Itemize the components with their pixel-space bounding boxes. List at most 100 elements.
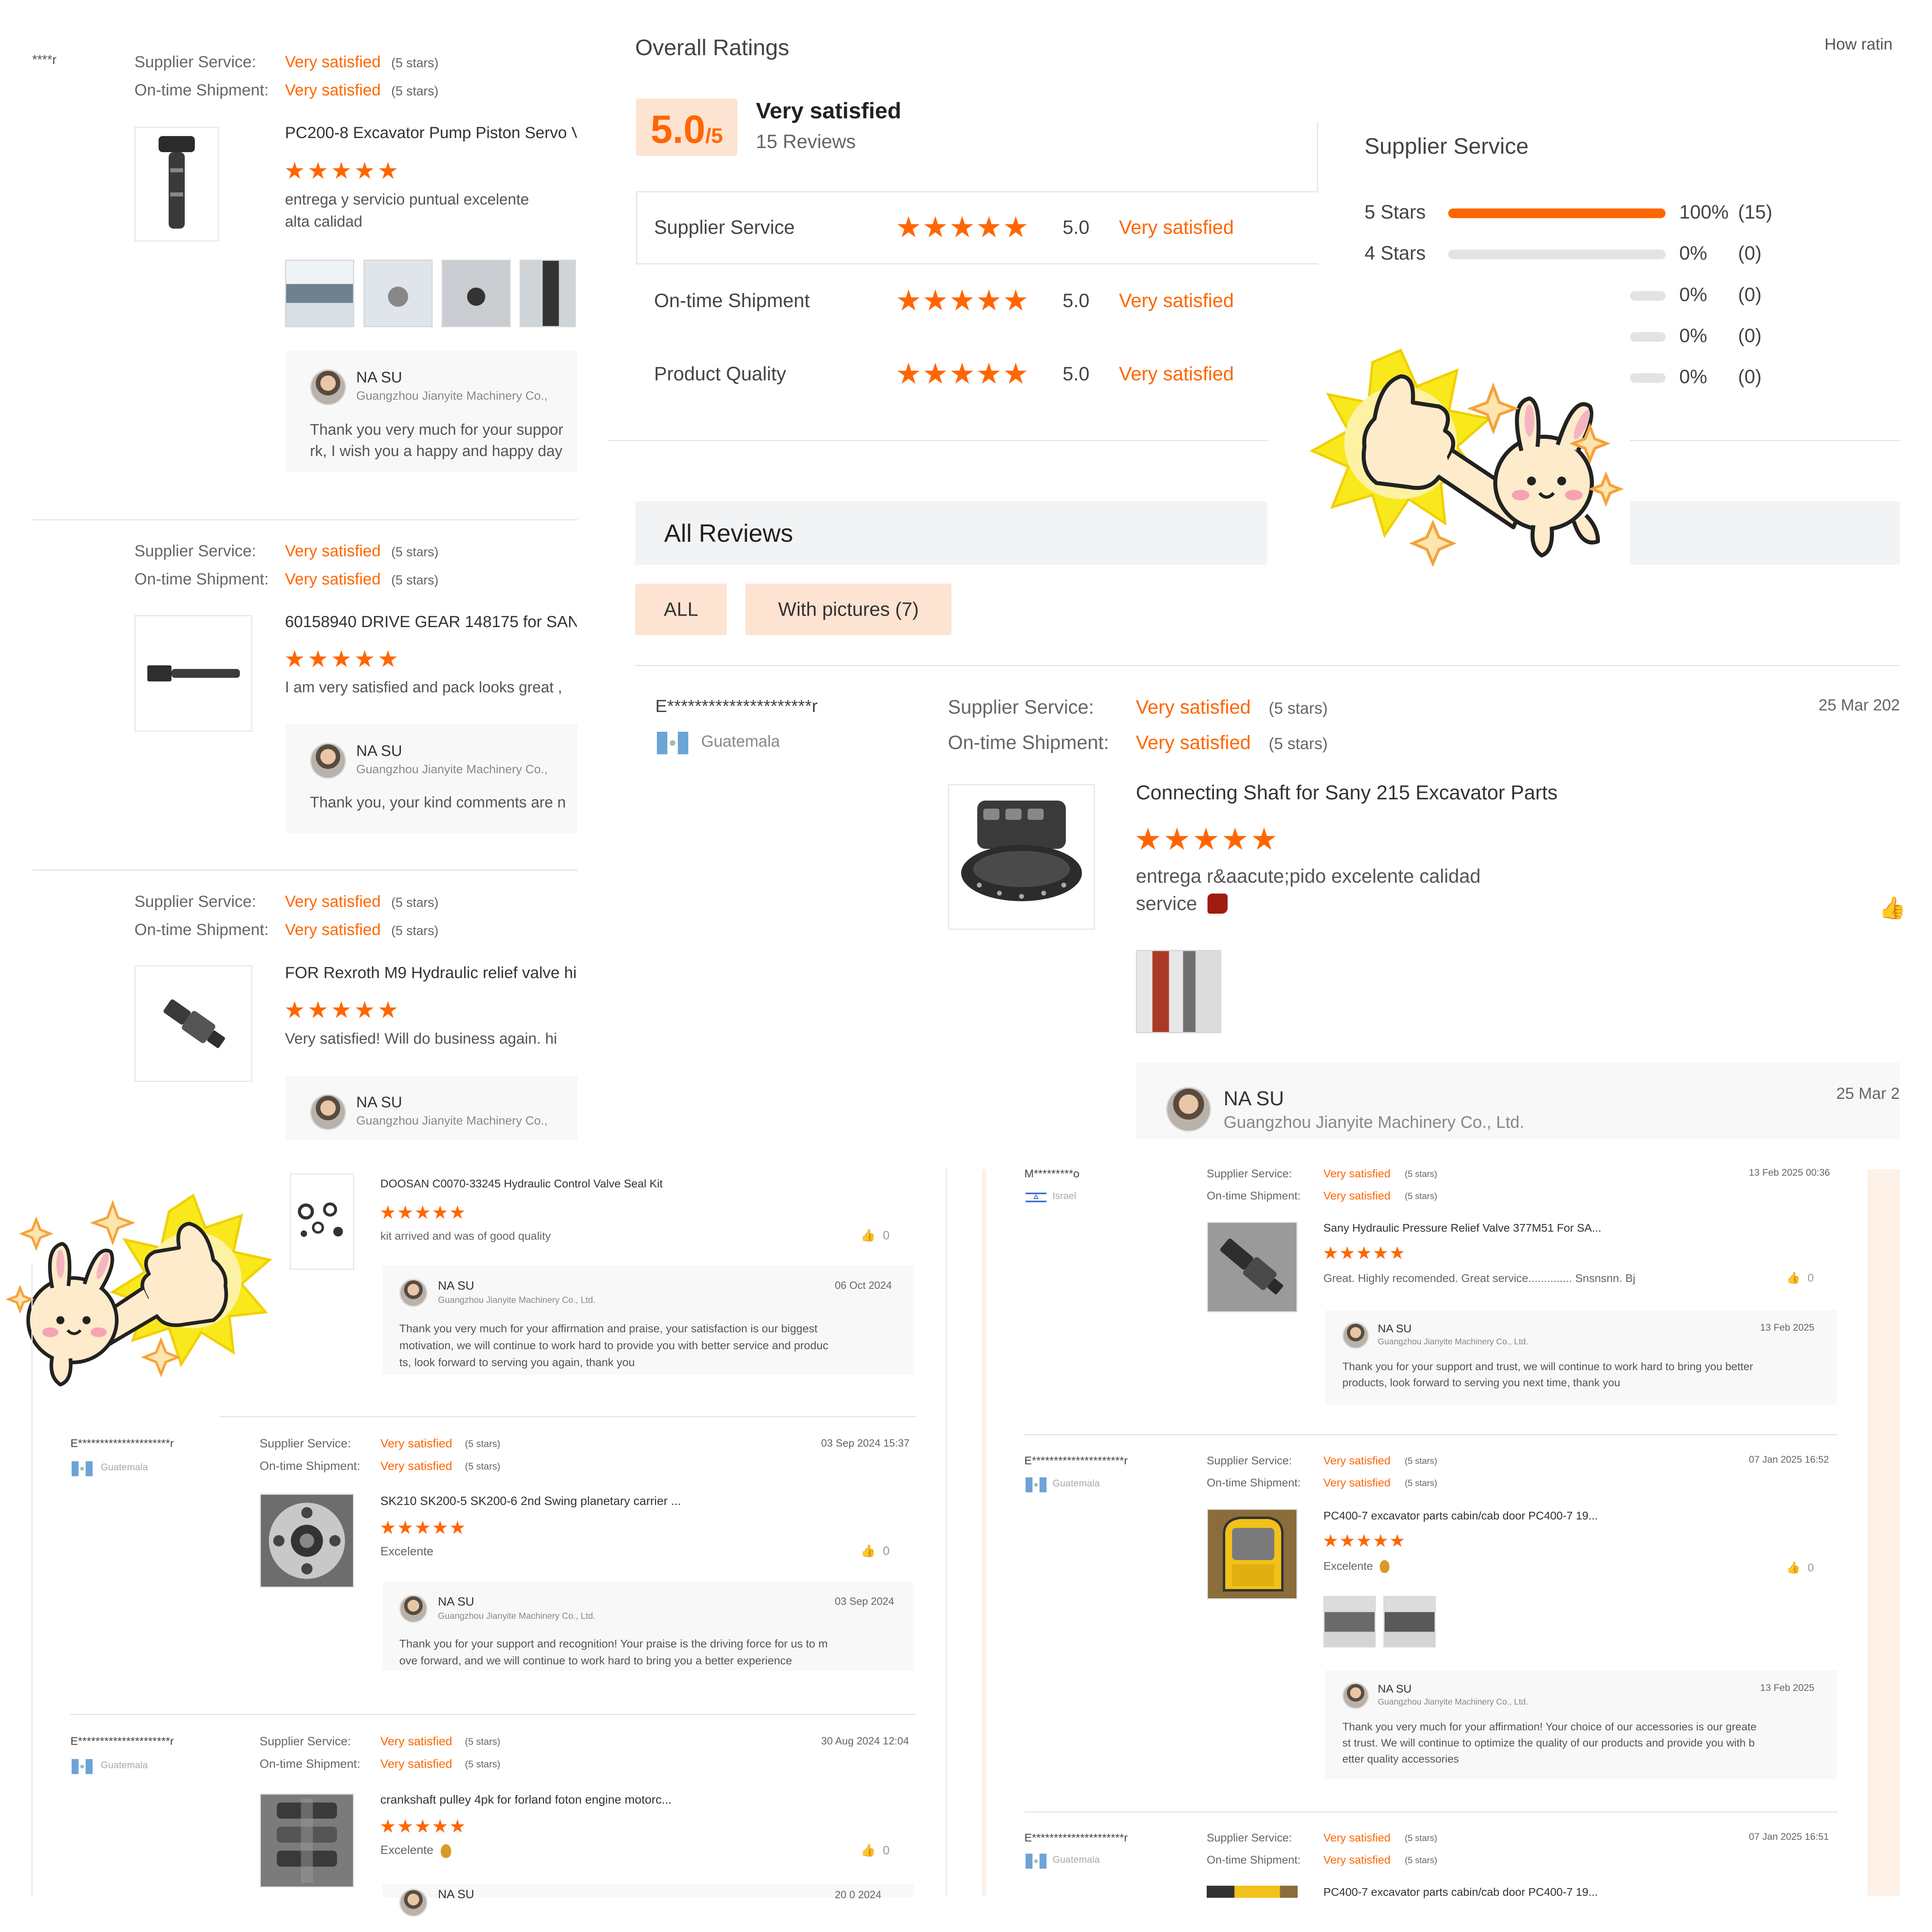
reply-text-line2: products, look forward to serving you ne… <box>1342 1377 1620 1389</box>
seller-reply: NA SU Guangzhou Jianyite Machinery Co., <box>286 1076 578 1140</box>
seller-company: Guangzhou Jianyite Machinery Co., Ltd. <box>1224 1113 1525 1131</box>
seller-reply: NA SU Guangzhou Jianyite Machinery Co., … <box>1136 1063 1900 1139</box>
review-photo[interactable] <box>285 260 354 327</box>
seller-name: NA SU <box>356 369 402 386</box>
like-button[interactable]: 👍 0 <box>1786 1561 1814 1574</box>
reply-date: 20 0 2024 <box>835 1889 881 1901</box>
shipment-label: On-time Shipment: <box>134 81 269 99</box>
product-title[interactable]: PC200-8 Excavator Pump Piston Servo V <box>285 124 577 142</box>
reviewer-name: E*********************r <box>655 696 818 716</box>
shipment-rating: Very satisfied <box>1323 1854 1391 1866</box>
seller-name: NA SU <box>1378 1322 1412 1335</box>
seller-reply: NA SU Guangzhou Jianyite Machinery Co., … <box>286 724 578 833</box>
shipment-rating: Very satisfied <box>1323 1189 1391 1202</box>
product-title[interactable]: Connecting Shaft for Sany 215 Excavator … <box>1136 781 1558 804</box>
seller-avatar <box>1342 1322 1369 1349</box>
all-reviews-title: All Reviews <box>664 520 793 547</box>
product-title[interactable]: PC400-7 excavator parts cabin/cab door P… <box>1323 1886 1598 1899</box>
review-comment-line2: service <box>1136 893 1197 914</box>
like-button[interactable]: 👍 0 <box>861 1843 890 1858</box>
breakdown-label: 5 Stars <box>1364 202 1426 223</box>
review-date: 07 Jan 2025 16:51 <box>1749 1831 1829 1842</box>
like-button[interactable]: 👍 0 <box>861 1228 890 1243</box>
product-title[interactable]: FOR Rexroth M9 Hydraulic relief valve hi <box>285 964 577 982</box>
filter-pictures-button[interactable]: With pictures (7) <box>745 584 952 635</box>
review-photo[interactable] <box>1136 950 1221 1033</box>
panel-divider <box>1317 122 1318 192</box>
product-thumbnail[interactable] <box>260 1793 354 1888</box>
review-photo[interactable] <box>1323 1596 1376 1647</box>
product-thumbnail[interactable] <box>1207 1509 1298 1600</box>
supplier-service-label: Supplier Service: <box>134 53 256 71</box>
thumbs-up-bunny-sticker <box>1309 349 1624 567</box>
shipment-count: (5 stars) <box>1405 1478 1437 1488</box>
supplier-service-rating: Very satisfied <box>1323 1167 1391 1180</box>
product-title[interactable]: SK210 SK200-5 SK200-6 2nd Swing planetar… <box>380 1494 681 1508</box>
reviewer-name: E*********************r <box>70 1735 174 1747</box>
seller-avatar <box>399 1595 427 1623</box>
product-thumbnail[interactable] <box>290 1173 354 1270</box>
product-thumbnail[interactable] <box>948 784 1095 930</box>
shipment-rating: Very satisfied <box>285 570 381 588</box>
product-thumbnail[interactable] <box>1207 1222 1298 1313</box>
supplier-service-label: Supplier Service: <box>948 697 1094 718</box>
reply-text-line3: etter quality accessories <box>1342 1753 1459 1765</box>
reply-date: 13 Feb 2025 <box>1760 1682 1814 1693</box>
rating-row-value: 5.0 <box>1063 290 1090 312</box>
product-thumbnail[interactable] <box>1207 1886 1298 1898</box>
divider <box>32 869 578 871</box>
seller-avatar <box>399 1279 427 1307</box>
breakdown-bar <box>1630 291 1666 301</box>
israel-flag-icon <box>1026 1191 1046 1203</box>
review-photo[interactable] <box>363 260 433 327</box>
breakdown-title: Supplier Service <box>1364 133 1529 159</box>
product-thumbnail[interactable] <box>134 615 252 732</box>
shipment-label: On-time Shipment: <box>1207 1189 1301 1202</box>
product-title[interactable]: 60158940 DRIVE GEAR 148175 for SANY <box>285 613 577 631</box>
seller-name: NA SU <box>356 1094 402 1111</box>
like-icon[interactable]: 👍 <box>1879 896 1906 921</box>
reviewer-name: E*********************r <box>1024 1454 1128 1467</box>
all-reviews-header: All Reviews <box>635 501 1267 565</box>
filter-all-button[interactable]: ALL <box>635 584 727 635</box>
rating-stars: ★★★★★ <box>1134 822 1280 857</box>
reviewer-name: E*********************r <box>1024 1831 1128 1844</box>
reply-text-line1: Thank you very much for your suppor <box>310 421 564 438</box>
how-rating-link[interactable]: How ratin <box>1825 35 1893 54</box>
shipment-count: (5 stars) <box>1405 1191 1437 1201</box>
pump-piston-image <box>159 136 195 229</box>
seller-company: Guangzhou Jianyite Machinery Co., Ltd. <box>438 1611 596 1621</box>
all-reviews-header-end <box>1630 501 1900 565</box>
product-thumbnail[interactable] <box>134 965 252 1082</box>
seller-company: Guangzhou Jianyite Machinery Co., <box>356 389 548 402</box>
breakdown-count: (0) <box>1738 325 1762 347</box>
supplier-service-count: (5 stars) <box>1405 1169 1437 1179</box>
review-photo[interactable] <box>520 260 576 327</box>
product-title[interactable]: PC400-7 excavator parts cabin/cab door P… <box>1323 1509 1598 1522</box>
reply-text-line1: Thank you very much for your affirmation… <box>1342 1721 1757 1733</box>
shipment-count: (5 stars) <box>465 1759 501 1770</box>
reviewer-country: Guatemala <box>1053 1478 1100 1489</box>
product-thumbnail[interactable] <box>134 127 219 242</box>
product-title[interactable]: DOOSAN C0070-33245 Hydraulic Control Val… <box>380 1177 663 1190</box>
product-thumbnail[interactable] <box>260 1493 354 1588</box>
review-comment-line1: Very satisfied! Will do business again. … <box>285 1030 557 1047</box>
overall-ratings-title: Overall Ratings <box>635 35 789 60</box>
review-photo[interactable] <box>1383 1596 1436 1647</box>
reply-text-line3: ts, look forward to serving you again, t… <box>399 1356 635 1368</box>
like-icon: 👍 <box>1786 1271 1800 1284</box>
product-title[interactable]: Sany Hydraulic Pressure Relief Valve 377… <box>1323 1222 1601 1234</box>
reply-text-line2: motivation, we will continue to work har… <box>399 1339 829 1352</box>
like-button[interactable]: 👍 0 <box>861 1544 890 1558</box>
product-title[interactable]: crankshaft pulley 4pk for forland foton … <box>380 1793 672 1807</box>
like-button[interactable]: 👍 0 <box>1786 1271 1814 1284</box>
review-photo[interactable] <box>442 260 511 327</box>
reply-date: 06 Oct 2024 <box>835 1279 892 1291</box>
divider <box>608 440 1268 441</box>
review-count: 15 Reviews <box>756 131 856 153</box>
breakdown-bar <box>1630 373 1666 383</box>
supplier-service-count: (5 stars) <box>391 56 439 70</box>
reviewer-country: Guatemala <box>701 733 780 750</box>
rating-stars: ★★★★★ <box>380 1202 467 1223</box>
shipment-rating: Very satisfied <box>380 1757 452 1771</box>
